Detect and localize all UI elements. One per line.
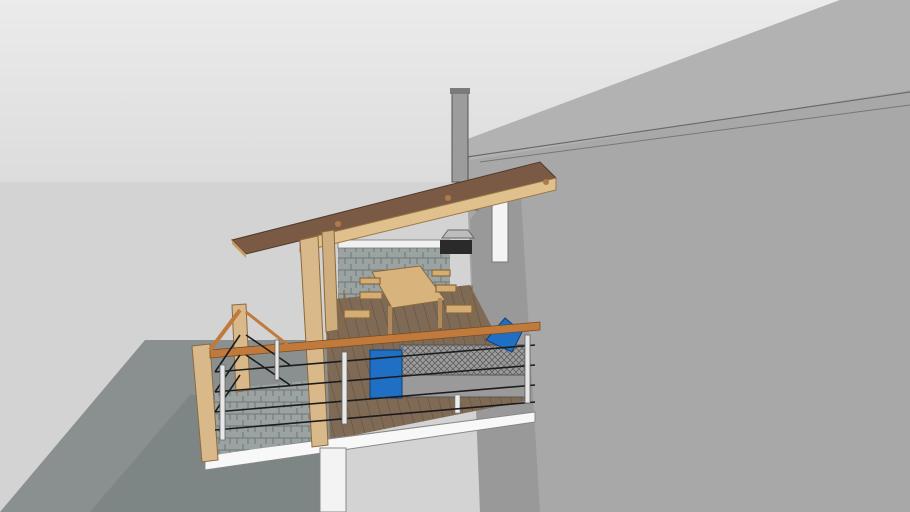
- chimney-cap: [450, 88, 470, 94]
- grill: [440, 240, 472, 254]
- chair: [359, 291, 383, 300]
- chair: [431, 269, 451, 277]
- back-counter: [337, 239, 451, 249]
- chimney-pipe: [451, 89, 469, 183]
- beam-end: [543, 179, 549, 185]
- beam-end: [445, 195, 451, 201]
- chair: [445, 304, 473, 314]
- patio-model-render: [0, 0, 910, 512]
- sofa-leg: [454, 394, 461, 414]
- support-column: [319, 447, 347, 512]
- table-leg: [388, 306, 392, 336]
- chair: [435, 284, 457, 293]
- table-leg: [438, 298, 442, 328]
- 3d-model-viewport: [0, 0, 910, 512]
- range-hood-2: [441, 229, 475, 239]
- chair: [359, 277, 381, 285]
- beam-end: [335, 221, 341, 227]
- chair: [343, 309, 371, 319]
